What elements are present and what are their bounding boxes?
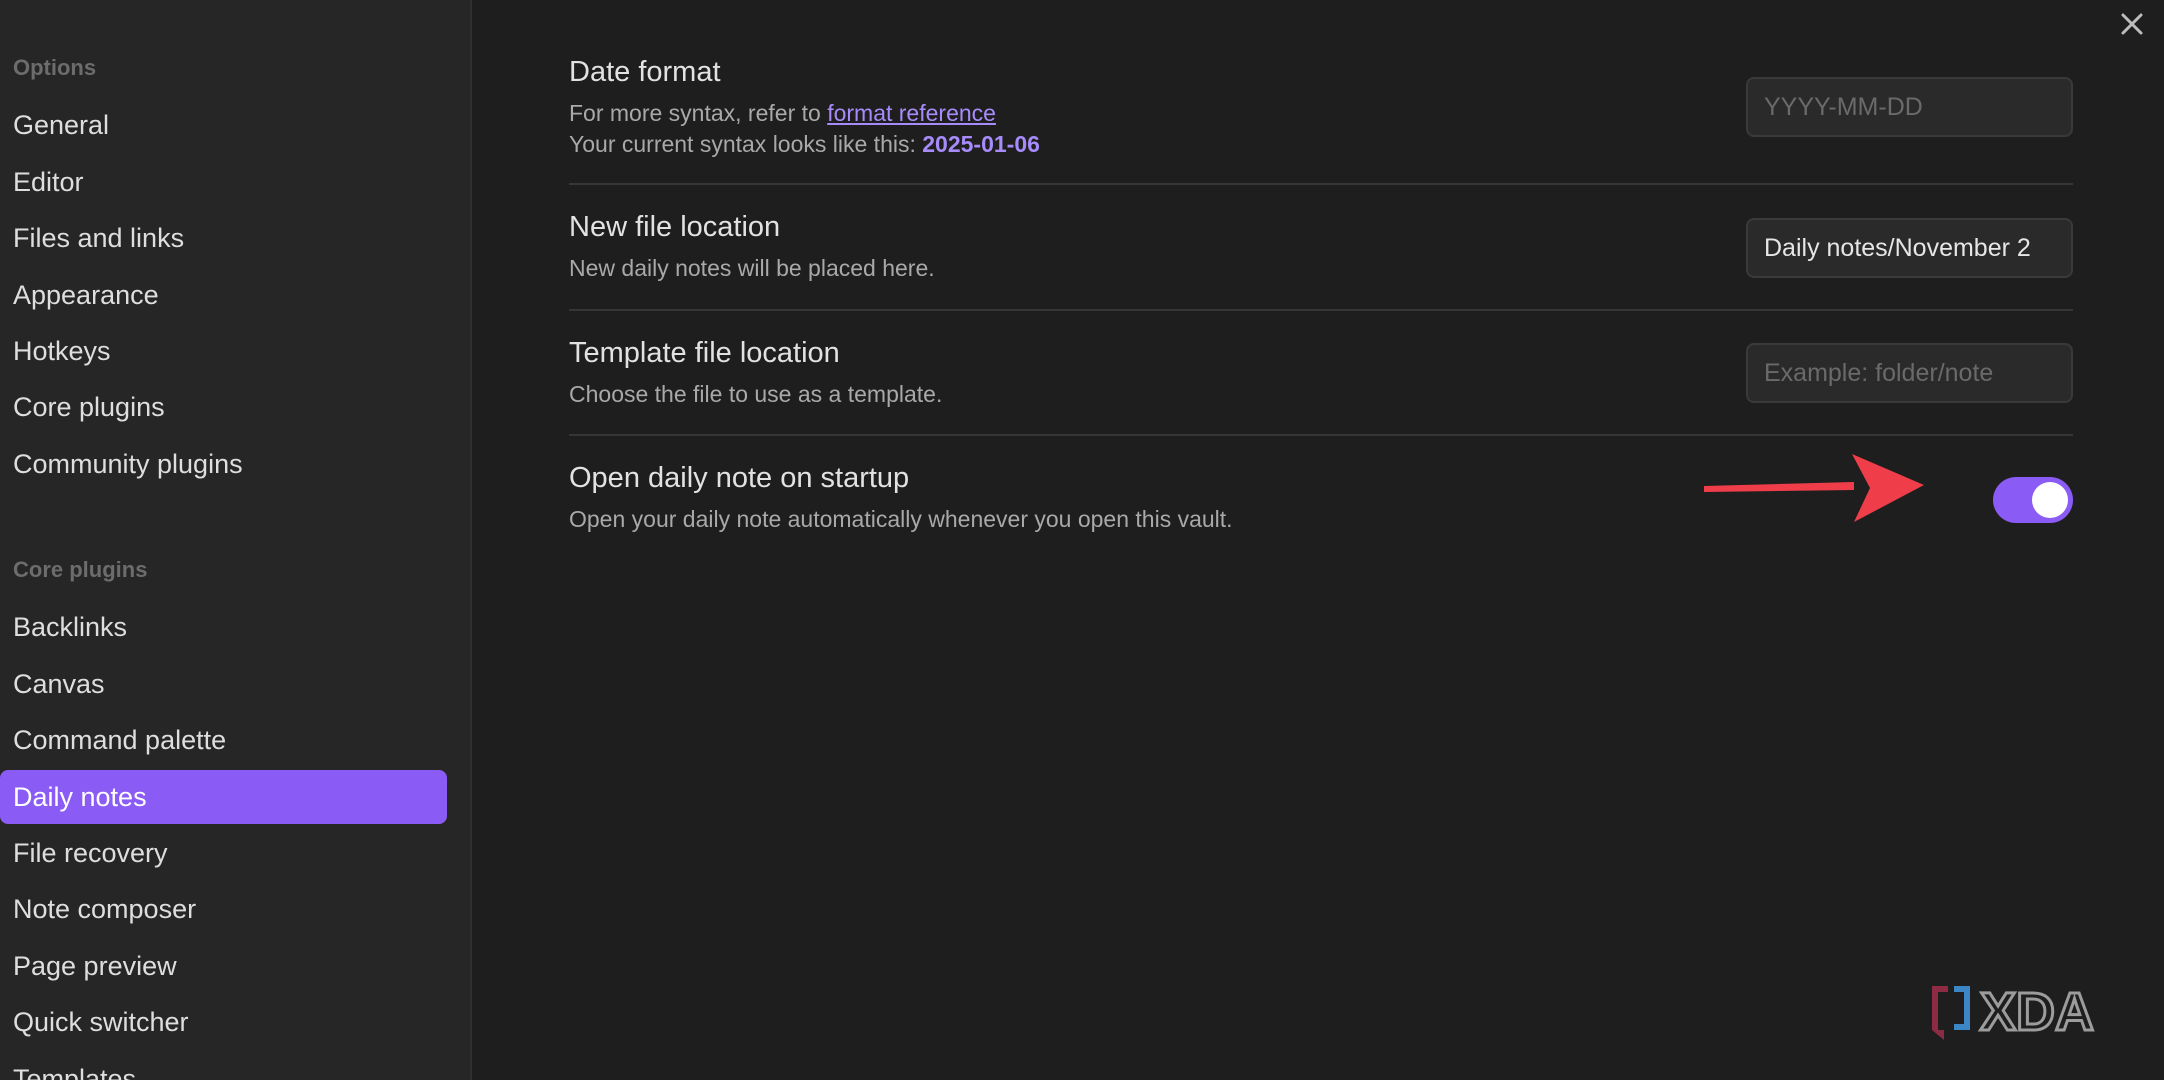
template-file-location-input[interactable]	[1746, 343, 2073, 403]
settings-window: Options General Editor Files and links A…	[0, 0, 2164, 1080]
setting-name: Date format	[569, 56, 721, 88]
setting-description: Open your daily note automatically whene…	[569, 506, 1233, 532]
desc-prefix: For more syntax, refer to	[569, 100, 828, 126]
setting-date-format: Date format For more syntax, refer to fo…	[569, 40, 2073, 185]
setting-description: Choose the file to use as a template.	[569, 381, 943, 407]
xda-logo-text: XDA	[1980, 982, 2094, 1042]
setting-description-line2: Your current syntax looks like this: 202…	[569, 131, 1040, 158]
core-plugins-section-title: Core plugins	[13, 557, 148, 582]
setting-name: Template file location	[569, 337, 840, 369]
sidebar-item-templates[interactable]: Templates	[0, 1052, 447, 1080]
sidebar-item-appearance[interactable]: Appearance	[0, 268, 447, 322]
setting-name: Open daily note on startup	[569, 462, 910, 494]
new-file-location-input[interactable]	[1746, 218, 2073, 278]
desc-line2-prefix: Your current syntax looks like this:	[569, 131, 923, 157]
sidebar-item-general[interactable]: General	[0, 98, 447, 152]
sidebar-item-canvas[interactable]: Canvas	[0, 657, 447, 711]
sidebar-item-community-plugins[interactable]: Community plugins	[0, 437, 447, 491]
sidebar-item-command-palette[interactable]: Command palette	[0, 713, 447, 767]
format-reference-link[interactable]: format reference	[827, 100, 996, 126]
sidebar-item-quick-switcher[interactable]: Quick switcher	[0, 995, 447, 1049]
sidebar-item-core-plugins[interactable]: Core plugins	[0, 380, 447, 434]
setting-description: For more syntax, refer to format referen…	[569, 100, 996, 127]
sidebar-item-files-and-links[interactable]: Files and links	[0, 211, 447, 265]
settings-sidebar: Options General Editor Files and links A…	[0, 0, 472, 1080]
sidebar-item-page-preview[interactable]: Page preview	[0, 939, 447, 993]
sidebar-item-hotkeys[interactable]: Hotkeys	[0, 324, 447, 378]
open-on-startup-toggle[interactable]	[1993, 477, 2073, 523]
setting-new-file-location: New file location New daily notes will b…	[569, 185, 2073, 311]
options-section-title: Options	[13, 55, 97, 80]
setting-template-file-location: Template file location Choose the file t…	[569, 311, 2073, 436]
sidebar-item-backlinks[interactable]: Backlinks	[0, 600, 447, 654]
setting-description: New daily notes will be placed here.	[569, 255, 935, 281]
close-icon	[2121, 13, 2143, 35]
sidebar-item-editor[interactable]: Editor	[0, 155, 447, 209]
close-button[interactable]	[2114, 6, 2150, 42]
sidebar-item-file-recovery[interactable]: File recovery	[0, 826, 447, 880]
xda-logo-icon: XDA	[1932, 981, 2096, 1044]
current-syntax-value: 2025-01-06	[922, 131, 1040, 157]
sidebar-item-note-composer[interactable]: Note composer	[0, 882, 447, 936]
setting-name: New file location	[569, 211, 781, 243]
date-format-input[interactable]	[1746, 77, 2073, 137]
sidebar-item-daily-notes[interactable]: Daily notes	[0, 770, 447, 824]
toggle-knob	[2032, 482, 2068, 518]
red-arrow-annotation-icon	[1704, 454, 1924, 522]
